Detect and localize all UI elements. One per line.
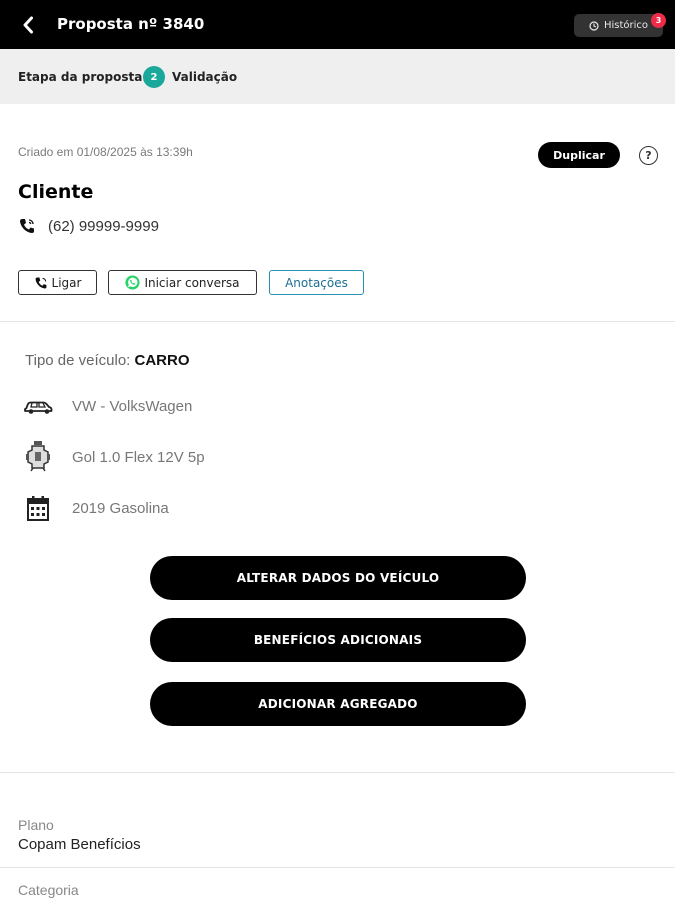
top-bar: Proposta nº 3840 Histórico 3 bbox=[0, 0, 675, 49]
phone-row: (62) 99999-9999 bbox=[18, 217, 159, 235]
engine-icon bbox=[22, 441, 54, 472]
call-button[interactable]: Ligar bbox=[18, 270, 97, 295]
history-button[interactable]: Histórico bbox=[574, 14, 663, 37]
stage-name: Validação bbox=[172, 70, 238, 84]
stage-number-badge: 2 bbox=[143, 66, 165, 88]
start-chat-button[interactable]: Iniciar conversa bbox=[108, 270, 257, 295]
edit-vehicle-button[interactable]: ALTERAR DADOS DO VEÍCULO bbox=[150, 556, 526, 600]
vehicle-model: Gol 1.0 Flex 12V 5p bbox=[72, 449, 205, 466]
help-icon[interactable]: ? bbox=[639, 146, 658, 165]
section-divider bbox=[0, 772, 675, 773]
stage-bar: Etapa da proposta: 2 Validação bbox=[0, 49, 675, 104]
add-aggregate-button[interactable]: ADICIONAR AGREGADO bbox=[150, 682, 526, 726]
page-title: Proposta nº 3840 bbox=[57, 15, 205, 33]
vehicle-brand-row: VW - VolksWagen bbox=[22, 392, 192, 422]
history-label: Histórico bbox=[603, 20, 649, 31]
vehicle-type: Tipo de veículo: CARRO bbox=[25, 352, 190, 369]
call-button-label: Ligar bbox=[51, 275, 82, 290]
phone-icon bbox=[20, 219, 34, 233]
created-date: Criado em 01/08/2025 às 13:39h bbox=[18, 145, 193, 159]
vehicle-type-value: CARRO bbox=[134, 352, 190, 369]
vehicle-type-label: Tipo de veículo: bbox=[25, 352, 131, 369]
duplicate-button[interactable]: Duplicar bbox=[538, 142, 620, 168]
section-divider bbox=[0, 867, 675, 868]
clock-icon bbox=[589, 20, 599, 31]
vehicle-brand: VW - VolksWagen bbox=[72, 398, 193, 415]
whatsapp-icon bbox=[125, 275, 140, 290]
category-label: Categoria bbox=[18, 882, 79, 898]
plan-label: Plano bbox=[18, 817, 54, 833]
vehicle-year: 2019 Gasolina bbox=[72, 500, 169, 517]
stage-label: Etapa da proposta: bbox=[18, 70, 148, 84]
additional-benefits-button[interactable]: BENEFÍCIOS ADICIONAIS bbox=[150, 618, 526, 662]
car-icon bbox=[22, 392, 54, 422]
back-button[interactable] bbox=[14, 12, 42, 38]
section-divider bbox=[0, 321, 675, 322]
calendar-icon bbox=[22, 493, 54, 523]
history-count-badge: 3 bbox=[651, 13, 666, 28]
phone-number: (62) 99999-9999 bbox=[48, 217, 159, 235]
phone-icon bbox=[35, 277, 46, 288]
vehicle-model-row: Gol 1.0 Flex 12V 5p bbox=[22, 441, 205, 472]
client-name: Cliente bbox=[18, 181, 94, 203]
start-chat-label: Iniciar conversa bbox=[144, 275, 240, 290]
plan-value: Copam Benefícios bbox=[18, 836, 141, 853]
chevron-left-icon bbox=[23, 16, 33, 34]
vehicle-year-row: 2019 Gasolina bbox=[22, 493, 169, 523]
notes-button[interactable]: Anotações bbox=[269, 270, 364, 295]
